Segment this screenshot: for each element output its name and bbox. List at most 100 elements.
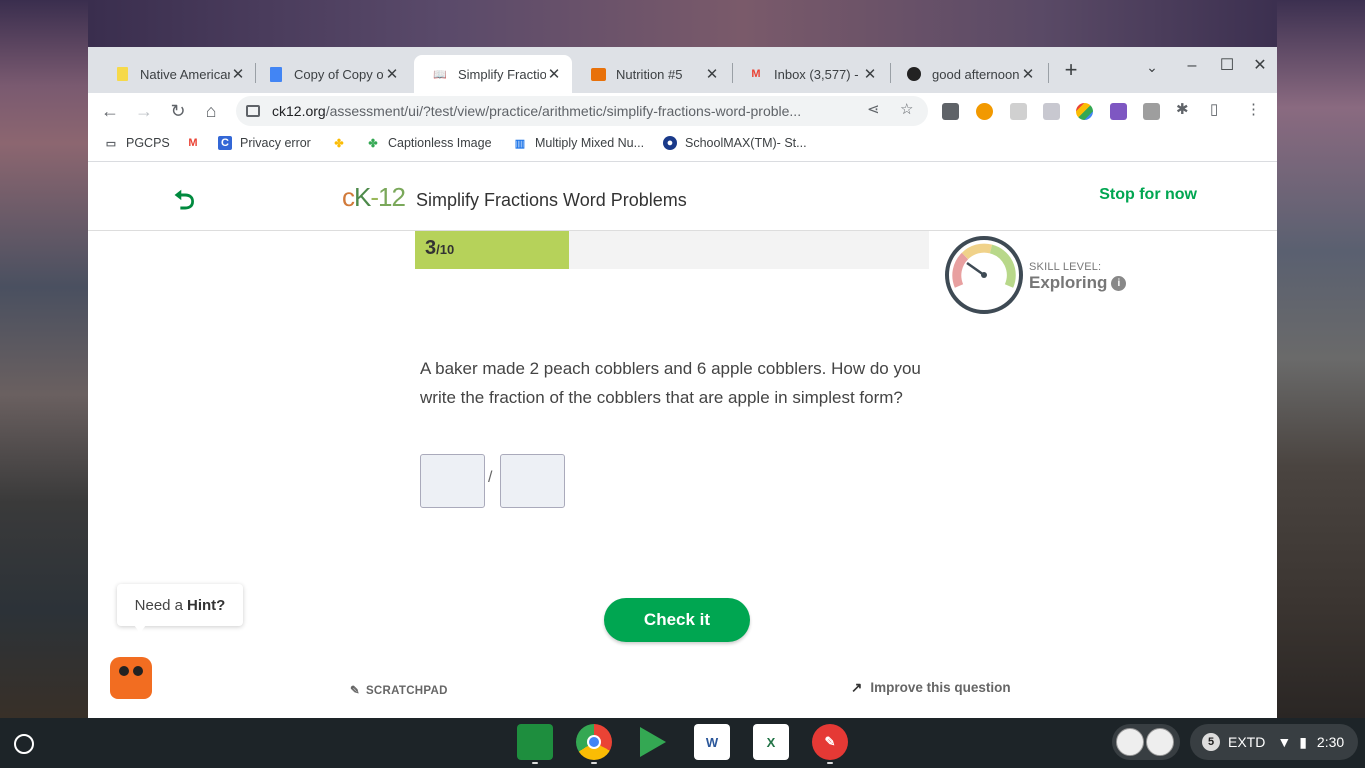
classroom-icon[interactable] — [517, 724, 553, 760]
extension-icon[interactable] — [1043, 103, 1060, 120]
pencil-icon: ✎ — [350, 685, 360, 697]
word-icon[interactable]: W — [694, 724, 730, 760]
bookmark-label: SchoolMAX(TM)- St... — [685, 136, 807, 150]
book-icon: 📖 — [433, 68, 447, 81]
browser-toolbar: ← → ↻ ⌂ ck12.org/assessment/ui/?test/vie… — [88, 93, 1277, 129]
extension-icon[interactable] — [1143, 103, 1160, 120]
share-icon[interactable]: ⋖ — [867, 100, 880, 118]
excel-icon[interactable]: X — [753, 724, 789, 760]
scratchpad-button[interactable]: ✎ SCRATCHPAD — [350, 683, 448, 697]
close-icon[interactable]: ✕ — [862, 65, 878, 83]
mascot-icon[interactable] — [110, 657, 152, 699]
close-icon[interactable]: ✕ — [230, 65, 246, 83]
bookmark-star-icon[interactable]: ☆ — [900, 100, 913, 118]
notification-badge: 5 — [1202, 733, 1220, 751]
bookmark-gmail[interactable]: M — [186, 136, 208, 150]
screencast-icon[interactable]: ✎ — [812, 724, 848, 760]
extension-icon[interactable] — [1010, 103, 1027, 120]
side-panel-icon[interactable]: ▯ — [1210, 100, 1218, 118]
minimize-icon[interactable]: – — [1180, 57, 1204, 75]
page-header: ⮌ cK-12 Simplify Fractions Word Problems… — [88, 162, 1277, 231]
mascot-eye — [133, 666, 143, 676]
tab-copy-of-copy[interactable]: Copy of Copy of ✕ — [250, 55, 410, 93]
ck12-logo[interactable]: cK-12 — [342, 182, 406, 213]
launcher-icon[interactable] — [14, 734, 34, 754]
return-arrow-icon[interactable]: ⮌ — [174, 182, 195, 226]
yellow-doc-icon — [114, 66, 130, 82]
reload-icon[interactable]: ↻ — [166, 99, 190, 123]
home-icon[interactable]: ⌂ — [199, 99, 223, 123]
site-info-icon[interactable] — [246, 105, 260, 117]
globe-icon: ● — [663, 136, 677, 150]
close-icon[interactable]: ✕ — [1020, 65, 1036, 83]
tab-strip: Native American ✕ Copy of Copy of ✕ 📖 Si… — [88, 47, 1277, 93]
forward-icon[interactable]: → — [132, 99, 156, 123]
running-indicator — [532, 762, 538, 764]
bookmark-privacy-error[interactable]: C Privacy error — [218, 136, 311, 150]
clock-time: 2:30 — [1316, 734, 1345, 750]
tab-title: good afternoon, — [932, 66, 1020, 82]
extension-icon[interactable] — [942, 103, 959, 120]
gmail-icon: M — [751, 68, 761, 80]
bookmark-schoolmax[interactable]: ● SchoolMAX(TM)- St... — [663, 136, 807, 150]
close-window-icon[interactable]: ✕ — [1248, 55, 1272, 75]
close-icon[interactable]: ✕ — [546, 65, 562, 83]
tab-inbox[interactable]: M Inbox (3,577) - c ✕ — [730, 55, 888, 93]
tab-title: Inbox (3,577) - c — [774, 66, 862, 82]
book-icon: ▥ — [514, 137, 526, 150]
play-store-icon[interactable] — [635, 724, 671, 760]
page-title: Simplify Fractions Word Problems — [416, 190, 687, 210]
improve-question-button[interactable]: ↗ Improve this question — [851, 680, 1011, 696]
numerator-input[interactable] — [420, 454, 485, 508]
hint-bubble[interactable]: Need a Hint? — [117, 584, 243, 626]
chrome-icon[interactable] — [576, 724, 612, 760]
check-it-button[interactable]: Check it — [604, 598, 750, 642]
extension-icon[interactable] — [1110, 103, 1127, 120]
trending-up-icon: ↗ — [851, 680, 863, 695]
new-tab-plus-icon[interactable]: + — [1060, 59, 1082, 81]
bookmark-photos[interactable]: ✤ — [332, 136, 354, 150]
info-icon[interactable]: i — [1111, 275, 1127, 291]
extension-icon[interactable] — [976, 103, 993, 120]
page-content: ⮌ cK-12 Simplify Fractions Word Problems… — [88, 162, 1277, 718]
classroom-icon — [590, 66, 606, 82]
tab-nutrition[interactable]: Nutrition #5 ✕ — [572, 55, 730, 93]
tab-search-chevron-icon[interactable]: ⌄ — [1140, 59, 1164, 76]
progress-current: 3 — [425, 237, 437, 259]
extension-icon[interactable] — [1076, 103, 1093, 120]
logo-part: - — [370, 182, 379, 212]
bookmark-multiply-mixed[interactable]: ▥ Multiply Mixed Nu... — [513, 136, 644, 150]
bookmark-captionless-image[interactable]: ✤ Captionless Image — [366, 136, 491, 150]
wallpaper — [0, 0, 88, 718]
skill-value-text: Exploring — [1029, 273, 1108, 292]
skill-level: SKILL LEVEL: Exploring i — [1029, 261, 1127, 293]
back-icon[interactable]: ← — [98, 99, 122, 123]
pinwheel-icon: ✤ — [368, 137, 378, 150]
caption-icon — [906, 66, 922, 82]
status-tray[interactable]: 5 EXTD ▼ ▮ 2:30 — [1190, 724, 1358, 760]
tab-good-afternoon[interactable]: good afternoon, ✕ — [888, 55, 1046, 93]
hint-bubble-tail — [134, 625, 146, 633]
more-menu-icon[interactable]: ⋮ — [1246, 100, 1261, 118]
bookmark-pgcps[interactable]: ▭ PGCPS — [104, 136, 170, 150]
denominator-input[interactable] — [500, 454, 565, 508]
extensions-puzzle-icon[interactable]: ✱ — [1176, 100, 1189, 118]
maximize-icon[interactable]: ☐ — [1215, 55, 1239, 75]
close-icon[interactable]: ✕ — [384, 65, 400, 83]
tab-native-american[interactable]: Native American ✕ — [96, 55, 256, 93]
address-bar[interactable]: ck12.org/assessment/ui/?test/view/practi… — [236, 96, 928, 126]
close-icon[interactable]: ✕ — [704, 65, 720, 83]
tab-simplify-fractions[interactable]: 📖 Simplify Fraction ✕ — [414, 55, 572, 93]
url-host: ck12.org — [272, 103, 326, 119]
bookmarks-bar: ▭ PGCPS M C Privacy error ✤ ✤ Captionless I… — [88, 129, 1277, 162]
skill-gauge-icon — [945, 236, 1023, 314]
tab-title: Native American — [140, 66, 230, 82]
holding-space[interactable] — [1112, 724, 1180, 760]
wallpaper — [1277, 0, 1365, 718]
question-text: A baker made 2 peach cobblers and 6 appl… — [420, 359, 921, 407]
logo-part: 12 — [378, 182, 406, 212]
stop-for-now-button[interactable]: Stop for now — [1099, 186, 1197, 204]
tab-title: Simplify Fraction — [458, 66, 546, 82]
progress-count: 3/10 — [425, 237, 454, 260]
hint-strong: Hint? — [187, 596, 226, 614]
